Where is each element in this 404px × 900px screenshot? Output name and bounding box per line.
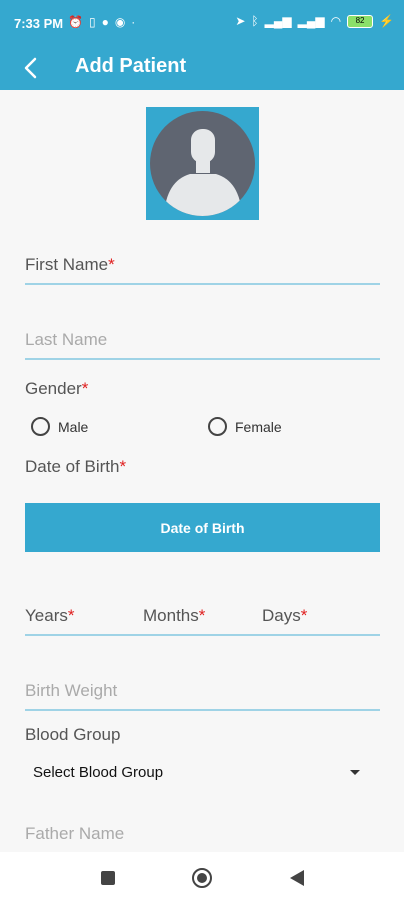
gender-male-label: Male — [58, 418, 89, 435]
birth-weight-field[interactable]: Birth Weight — [25, 681, 117, 701]
whatsapp-icon: ◉ — [114, 15, 126, 29]
page-title: Add Patient — [75, 55, 187, 77]
home-button[interactable] — [190, 866, 214, 890]
radio-circle — [31, 417, 50, 436]
months-label: Months — [143, 606, 199, 625]
dot-icon: ● — [101, 15, 109, 29]
father-name-field[interactable]: Father Name — [25, 824, 124, 844]
first-name-underline — [25, 283, 380, 285]
person-icon — [164, 129, 242, 216]
blood-group-label: Blood Group — [25, 725, 121, 744]
required-marker: * — [67, 606, 75, 625]
back-nav-button[interactable] — [285, 866, 309, 890]
blood-group-select[interactable]: Select Blood Group — [25, 758, 380, 786]
status-time: 7:33 PM — [14, 16, 64, 31]
avatar — [150, 111, 255, 216]
months-field[interactable]: Months* — [143, 606, 205, 626]
recents-button[interactable] — [96, 866, 120, 890]
charging-icon: ⚡ — [379, 14, 394, 28]
required-marker: * — [108, 255, 115, 274]
gender-female-radio[interactable]: Female — [208, 417, 282, 436]
circle-icon — [192, 868, 212, 888]
alarm-icon: ⏰ — [68, 15, 83, 29]
birth-weight-underline — [25, 709, 380, 711]
triangle-back-icon — [290, 870, 304, 886]
battery-level: 82 — [355, 15, 365, 25]
age-underline — [25, 634, 380, 636]
status-bar: 7:33 PM ⏰ ▯ ● ◉ · ➤ ᛒ ▂▄▆ ▂▄▆ ◠ 82 ⚡ — [0, 0, 404, 46]
avatar-picker[interactable] — [146, 107, 259, 220]
chevron-left-icon — [24, 57, 37, 79]
dropdown-caret-icon — [350, 769, 360, 775]
days-label: Days — [262, 606, 301, 625]
gender-label: Gender* — [25, 379, 88, 399]
bluetooth-icon: ᛒ — [251, 14, 259, 28]
sim-icon: ▯ — [88, 15, 96, 29]
blood-group-selected: Select Blood Group — [33, 763, 164, 781]
back-button[interactable] — [14, 52, 46, 84]
gender-male-radio[interactable]: Male — [31, 417, 88, 436]
dob-label: Date of Birth* — [25, 457, 126, 477]
first-name-field[interactable]: First Name* — [25, 255, 115, 275]
last-name-field[interactable]: Last Name — [25, 330, 107, 350]
square-icon — [101, 871, 115, 885]
years-field[interactable]: Years* — [25, 606, 74, 626]
gender-label-text: Gender — [25, 379, 82, 398]
date-of-birth-button[interactable]: Date of Birth — [25, 503, 380, 552]
required-marker: * — [300, 606, 308, 625]
days-field[interactable]: Days* — [262, 606, 307, 626]
signal-icon: ▂▄▆ — [264, 14, 292, 28]
location-icon: ➤ — [235, 14, 246, 28]
last-name-underline — [25, 358, 380, 360]
required-marker: * — [119, 457, 127, 476]
first-name-label: First Name — [25, 255, 109, 274]
required-marker: * — [198, 606, 206, 625]
signal-2-icon: ▂▄▆ — [297, 14, 325, 28]
years-label: Years — [25, 606, 68, 625]
radio-circle — [208, 417, 227, 436]
wifi-icon: ◠ — [330, 14, 342, 28]
more-dot-icon: · — [131, 15, 136, 29]
required-marker: * — [81, 379, 89, 398]
gender-female-label: Female — [235, 418, 282, 435]
dob-label-text: Date of Birth — [25, 457, 120, 476]
battery-icon: 82 — [347, 14, 374, 28]
app-bar: Add Patient — [0, 46, 404, 90]
system-nav-bar — [0, 852, 404, 900]
